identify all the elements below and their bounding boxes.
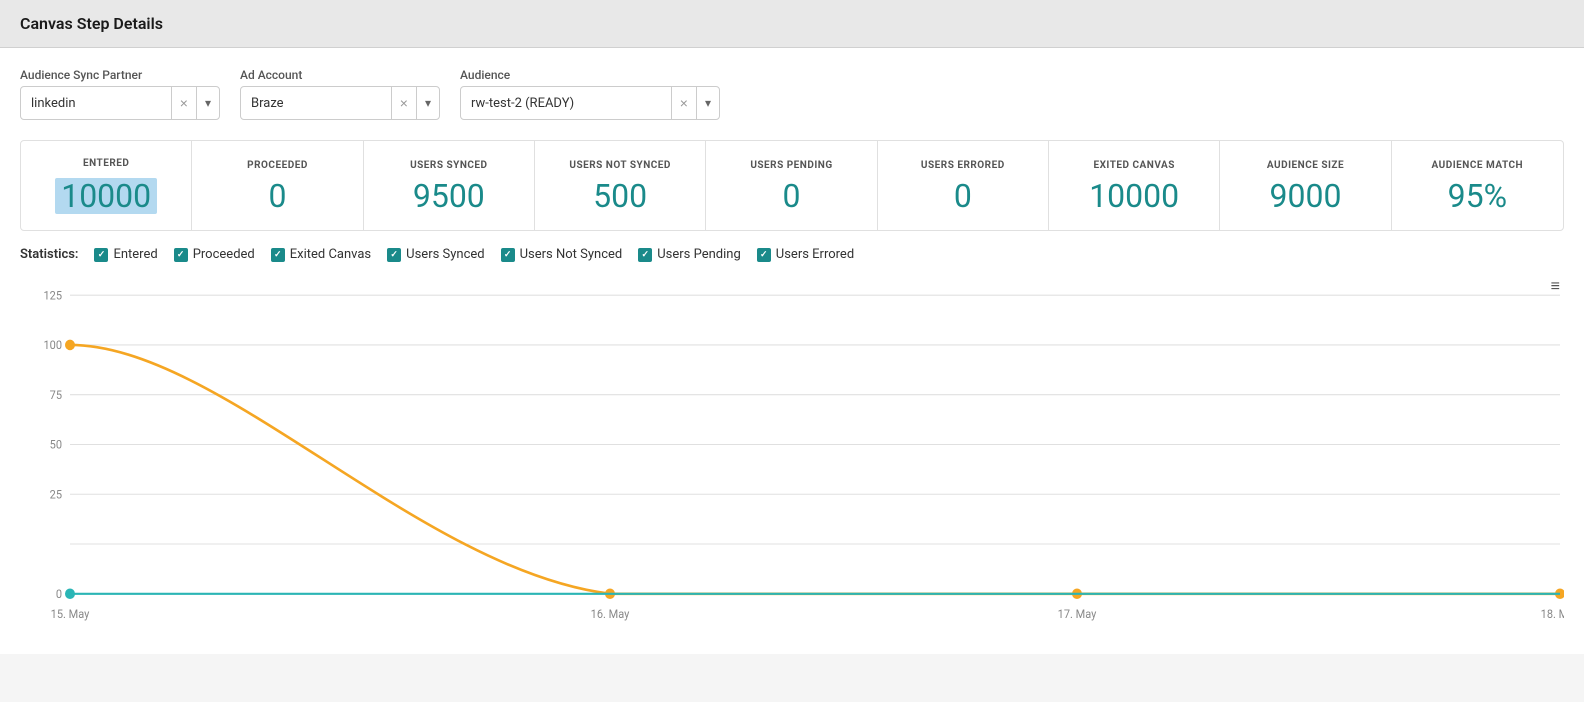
audience-actions: × ▾	[671, 87, 719, 119]
stat-checkbox-users_errored[interactable]	[757, 248, 771, 262]
stat-items: Entered Proceeded Exited Canvas Users Synce…	[94, 247, 854, 262]
audience-sync-partner-clear[interactable]: ×	[172, 87, 196, 119]
metric-value: 10000	[55, 178, 157, 214]
metric-label: USERS SYNCED	[410, 159, 488, 172]
audience-value: rw-test-2 (READY)	[461, 96, 671, 111]
stat-label-users_synced: Users Synced	[406, 247, 484, 262]
chart-area: 125 100 75 50 25 0	[20, 274, 1564, 634]
stat-checkbox-users_synced[interactable]	[387, 248, 401, 262]
chart-container: ≡ 125 100 75 50 25 0	[20, 274, 1564, 634]
stat-label-entered: Entered	[113, 247, 157, 262]
stat-label-exited_canvas: Exited Canvas	[290, 247, 371, 262]
ad-account-value: Braze	[241, 96, 391, 111]
audience-sync-partner-value: linkedin	[21, 96, 171, 111]
audience-label: Audience	[460, 68, 720, 82]
metric-value: 95%	[1448, 180, 1507, 212]
stat-checkbox-users_not_synced[interactable]	[501, 248, 515, 262]
filters-row: Audience Sync Partner linkedin × ▾ Ad Ac…	[20, 68, 1564, 120]
metric-cell-audience-size: AUDIENCE SIZE 9000	[1220, 141, 1391, 230]
statistics-bar: Statistics: Entered Proceeded Exited Canva…	[20, 247, 1564, 262]
stat-label-users_not_synced: Users Not Synced	[520, 247, 623, 262]
ad-account-filter: Ad Account Braze × ▾	[240, 68, 440, 120]
ad-account-clear[interactable]: ×	[392, 87, 416, 119]
svg-text:0: 0	[56, 587, 62, 601]
svg-text:125: 125	[43, 288, 62, 302]
metric-value: 9000	[1270, 180, 1342, 212]
metric-label: USERS NOT SYNCED	[569, 159, 671, 172]
ad-account-label: Ad Account	[240, 68, 440, 82]
svg-text:25: 25	[50, 487, 62, 501]
audience-sync-partner-actions: × ▾	[171, 87, 219, 119]
svg-text:18. May: 18. May	[1541, 607, 1564, 621]
metric-value: 0	[783, 180, 801, 212]
svg-text:100: 100	[43, 338, 62, 352]
metric-value: 500	[593, 180, 647, 212]
metric-value: 9500	[413, 180, 485, 212]
page-header: Canvas Step Details	[0, 0, 1584, 48]
metric-cell-exited-canvas: EXITED CANVAS 10000	[1049, 141, 1220, 230]
metric-cell-audience-match: AUDIENCE MATCH 95%	[1392, 141, 1563, 230]
statistics-label: Statistics:	[20, 247, 78, 262]
audience-sync-partner-filter: Audience Sync Partner linkedin × ▾	[20, 68, 220, 120]
svg-text:17. May: 17. May	[1058, 607, 1097, 621]
stat-item-proceeded[interactable]: Proceeded	[174, 247, 255, 262]
stat-checkbox-exited_canvas[interactable]	[271, 248, 285, 262]
metric-cell-users-synced: USERS SYNCED 9500	[364, 141, 535, 230]
stat-label-proceeded: Proceeded	[193, 247, 255, 262]
metric-label: PROCEEDED	[247, 159, 308, 172]
svg-text:50: 50	[50, 437, 62, 451]
stat-checkbox-entered[interactable]	[94, 248, 108, 262]
chart-menu-button[interactable]: ≡	[1551, 278, 1560, 296]
audience-sync-partner-dropdown[interactable]: ▾	[196, 87, 219, 119]
metric-cell-users-pending: USERS PENDING 0	[706, 141, 877, 230]
svg-text:75: 75	[50, 388, 62, 402]
audience-filter: Audience rw-test-2 (READY) × ▾	[460, 68, 720, 120]
audience-select[interactable]: rw-test-2 (READY) × ▾	[460, 86, 720, 120]
stat-item-exited_canvas[interactable]: Exited Canvas	[271, 247, 371, 262]
audience-sync-partner-label: Audience Sync Partner	[20, 68, 220, 82]
metric-cell-users-errored: USERS ERRORED 0	[878, 141, 1049, 230]
metric-label: USERS PENDING	[750, 159, 832, 172]
ad-account-select[interactable]: Braze × ▾	[240, 86, 440, 120]
chart-svg: 125 100 75 50 25 0	[20, 274, 1564, 634]
metric-label: ENTERED	[83, 157, 129, 170]
metric-value: 10000	[1089, 180, 1179, 212]
stat-checkbox-proceeded[interactable]	[174, 248, 188, 262]
metric-label: USERS ERRORED	[921, 159, 1005, 172]
stat-checkbox-users_pending[interactable]	[638, 248, 652, 262]
page-title: Canvas Step Details	[20, 14, 1564, 33]
metric-cell-proceeded: PROCEEDED 0	[192, 141, 363, 230]
metric-cell-users-not-synced: USERS NOT SYNCED 500	[535, 141, 706, 230]
metrics-grid: ENTERED10000PROCEEDED0USERS SYNCED9500US…	[20, 140, 1564, 231]
metric-label: AUDIENCE SIZE	[1267, 159, 1344, 172]
audience-dropdown[interactable]: ▾	[696, 87, 719, 119]
stat-item-users_pending[interactable]: Users Pending	[638, 247, 741, 262]
stat-item-entered[interactable]: Entered	[94, 247, 157, 262]
metric-value: 0	[954, 180, 972, 212]
metric-value: 0	[269, 180, 287, 212]
stat-item-users_errored[interactable]: Users Errored	[757, 247, 854, 262]
metric-label: AUDIENCE MATCH	[1432, 159, 1524, 172]
ad-account-actions: × ▾	[391, 87, 439, 119]
stat-label-users_errored: Users Errored	[776, 247, 854, 262]
svg-text:15. May: 15. May	[51, 607, 90, 621]
stat-label-users_pending: Users Pending	[657, 247, 741, 262]
audience-clear[interactable]: ×	[672, 87, 696, 119]
ad-account-dropdown[interactable]: ▾	[416, 87, 439, 119]
audience-sync-partner-select[interactable]: linkedin × ▾	[20, 86, 220, 120]
main-content: Audience Sync Partner linkedin × ▾ Ad Ac…	[0, 48, 1584, 654]
metric-label: EXITED CANVAS	[1093, 159, 1174, 172]
stat-item-users_synced[interactable]: Users Synced	[387, 247, 484, 262]
svg-text:16. May: 16. May	[591, 607, 630, 621]
metric-cell-entered: ENTERED 10000	[21, 141, 192, 230]
stat-item-users_not_synced[interactable]: Users Not Synced	[501, 247, 623, 262]
